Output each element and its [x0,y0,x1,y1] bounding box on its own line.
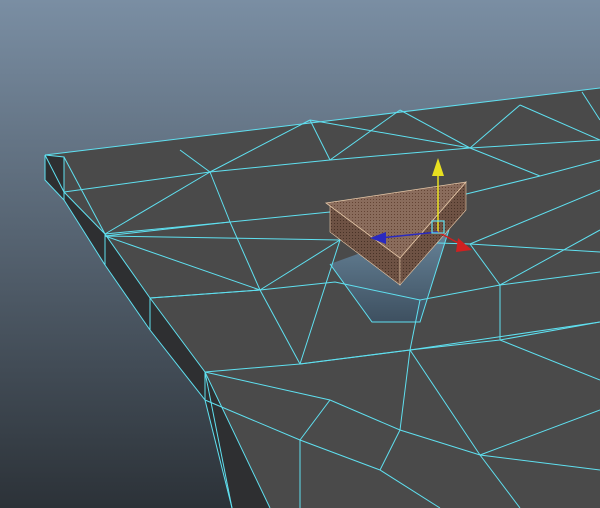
viewport-canvas[interactable] [0,0,600,508]
perspective-viewport[interactable] [0,0,600,508]
